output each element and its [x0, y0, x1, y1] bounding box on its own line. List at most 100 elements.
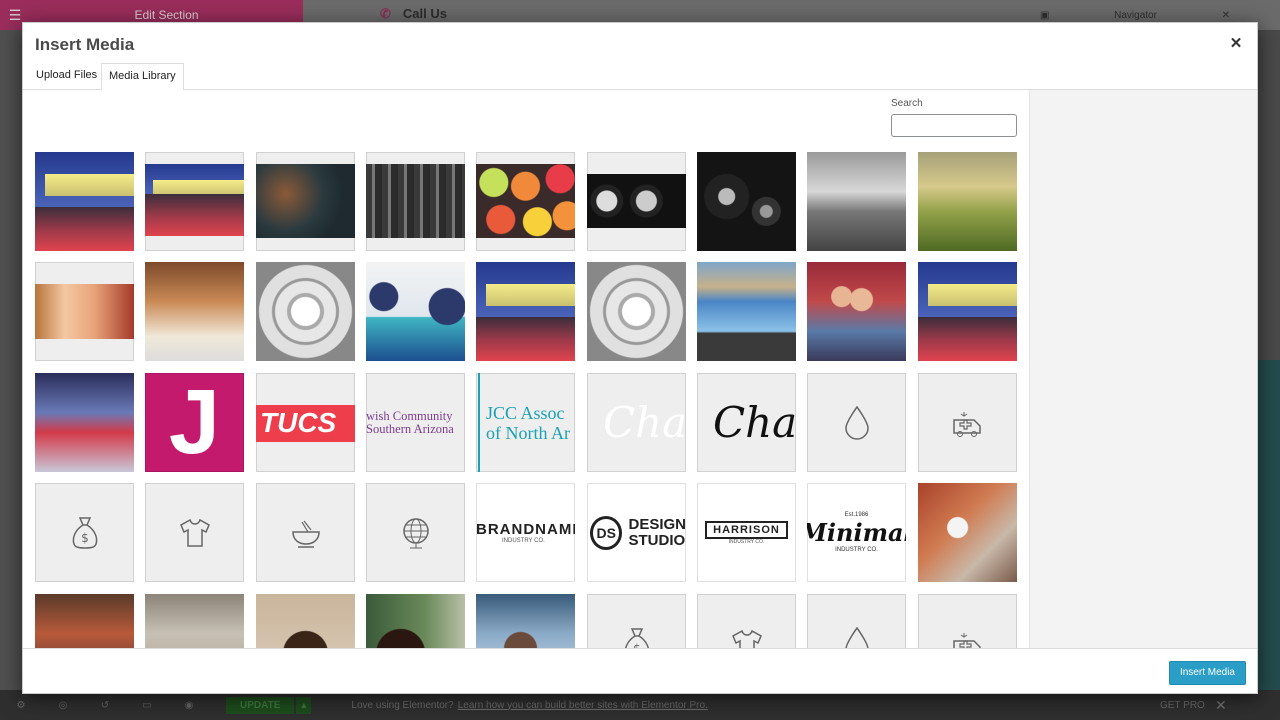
editor-preview-edge	[1258, 30, 1280, 690]
media-thumb-elder[interactable]	[145, 594, 244, 648]
media-thumb-jcc-community-logo[interactable]: wish Community Southern Arizona	[366, 373, 465, 472]
bowl-icon	[256, 483, 355, 582]
responsive-icon[interactable]: ▭	[126, 700, 168, 711]
media-thumb-charm-black[interactable]: Charm	[697, 373, 796, 472]
media-thumb-design-studio-logo[interactable]: DS DESIGN STUDIO	[587, 483, 686, 582]
minimal-text: Minimal	[807, 518, 906, 547]
media-thumb-brandname-logo[interactable]: BRANDNAME INDUSTRY CO.	[476, 483, 575, 582]
media-thumb-money-bag[interactable]: $	[35, 483, 134, 582]
media-thumb-desert-bw[interactable]	[807, 152, 906, 251]
panel-title: Edit Section	[134, 8, 199, 22]
media-thumb-minimal-logo[interactable]: Est.1986 Minimal INDUSTRY CO.	[807, 483, 906, 582]
jcc-community-text: wish Community Southern Arizona	[366, 408, 454, 436]
media-thumb-bench-press[interactable]	[366, 262, 465, 361]
navigator-title: Navigator	[1114, 9, 1157, 21]
media-thumb-kids[interactable]	[807, 262, 906, 361]
media-thumb-gym-machine-2[interactable]	[587, 262, 686, 361]
promo-text: Love using Elementor?	[351, 699, 454, 711]
media-thumb-ambulance-2[interactable]	[918, 594, 1017, 648]
ambulance-icon	[918, 373, 1017, 472]
preview-teal-block	[1258, 360, 1280, 690]
history-icon[interactable]: ↺	[84, 700, 126, 711]
editor-bottom-bar: ⚙ ◎ ↺ ▭ ◉ UPDATE ▴ Love using Elementor?…	[0, 690, 1280, 720]
media-thumb-child-blanket[interactable]	[476, 594, 575, 648]
tshirt-icon	[145, 483, 244, 582]
update-button[interactable]: UPDATE	[226, 696, 295, 714]
ds-monogram: DS	[590, 515, 623, 550]
media-thumb-charm-white[interactable]: Charm	[587, 373, 686, 472]
insert-media-button[interactable]: Insert Media	[1168, 661, 1246, 685]
media-thumb-barbell-bw[interactable]	[587, 152, 686, 251]
media-thumb-gym-machine[interactable]	[256, 262, 355, 361]
media-thumb-ambulance[interactable]	[918, 373, 1017, 472]
brandname-subtext: INDUSTRY CO.	[502, 538, 545, 544]
settings-icon[interactable]: ⚙	[0, 700, 42, 711]
search-input[interactable]	[891, 114, 1017, 137]
media-thumb-bowl[interactable]	[256, 483, 355, 582]
globe-icon	[366, 483, 465, 582]
tab-media-library[interactable]: Media Library	[101, 63, 184, 91]
media-thumb-child[interactable]	[256, 594, 355, 648]
navigator-close-icon[interactable]: ✕	[1222, 10, 1230, 21]
charm-black-text: Charm	[713, 398, 796, 447]
promo-link[interactable]: Learn how you can build better sites wit…	[458, 700, 708, 711]
media-thumb-weights-bw[interactable]	[697, 152, 796, 251]
media-thumb-drop-2[interactable]	[807, 594, 906, 648]
media-thumb-swimming-pool[interactable]	[697, 262, 796, 361]
money-bag-icon: $	[35, 483, 134, 582]
media-thumb-building-night-3[interactable]	[476, 262, 575, 361]
media-thumb-women-talking[interactable]	[35, 262, 134, 361]
media-thumb-dance-class[interactable]	[35, 373, 134, 472]
phone-icon: ✆	[380, 6, 391, 21]
drop-icon	[807, 594, 906, 648]
attachment-details-sidebar	[1029, 90, 1257, 648]
get-pro-link[interactable]: GET PRO	[1160, 700, 1205, 711]
media-thumb-gym-interior[interactable]	[366, 152, 465, 251]
media-thumb-women-meeting[interactable]	[145, 262, 244, 361]
call-us-text: Call Us	[402, 6, 447, 21]
editor-left-panel	[0, 30, 22, 690]
media-thumb-money-bag-2[interactable]: $	[587, 594, 686, 648]
layers-icon[interactable]: ◎	[42, 700, 84, 711]
media-thumb-desert-color[interactable]	[918, 152, 1017, 251]
media-thumb-child-water[interactable]	[366, 594, 465, 648]
design-studio-text: DESIGN STUDIO	[628, 515, 686, 549]
minimal-subtext: INDUSTRY CO.	[835, 547, 878, 553]
money-bag-icon: $	[587, 594, 686, 648]
navigator-collapse-icon[interactable]: ▣	[1040, 10, 1049, 21]
media-thumb-jcc-association-logo[interactable]: JCC Assoc of North Ar	[476, 373, 575, 472]
promo-close-icon[interactable]: ✕	[1215, 697, 1227, 714]
media-thumb-t-shirt-2[interactable]	[697, 594, 796, 648]
harrison-text: HARRISON	[705, 520, 788, 539]
media-thumb-building-night[interactable]	[35, 152, 134, 251]
insert-media-modal: Insert Media ✕ Upload Files Media Librar…	[22, 22, 1258, 694]
media-thumb-food-dark[interactable]	[256, 152, 355, 251]
modal-toolbar: Insert Media	[23, 648, 1257, 693]
media-thumb-food-serving[interactable]	[918, 483, 1017, 582]
media-thumb-market[interactable]	[35, 594, 134, 648]
drop-icon	[807, 373, 906, 472]
media-thumb-harrison-logo[interactable]: HARRISON INDUSTRY CO.	[697, 483, 796, 582]
media-thumb-building-night-4[interactable]	[918, 262, 1017, 361]
media-thumb-drop[interactable]	[807, 373, 906, 472]
svg-text:$: $	[81, 531, 89, 545]
media-tabs: Upload Files Media Library	[23, 63, 1257, 91]
brandname-text: BRANDNAME	[476, 521, 575, 538]
preview-eye-icon[interactable]: ◉	[168, 700, 210, 711]
tab-upload-files[interactable]: Upload Files	[29, 63, 104, 90]
menu-icon[interactable]: ☰	[0, 7, 30, 24]
media-thumb-citrus-fruits[interactable]	[476, 152, 575, 251]
media-thumb-building-night-2[interactable]	[145, 152, 244, 251]
media-thumb-t-shirt[interactable]	[145, 483, 244, 582]
close-icon[interactable]: ✕	[1227, 35, 1245, 53]
j-logo-letter: J	[168, 373, 221, 472]
media-thumb-globe[interactable]	[366, 483, 465, 582]
harrison-subtext: INDUSTRY CO.	[728, 538, 765, 545]
tshirt-icon	[697, 594, 796, 648]
jcc-association-text: JCC Assoc of North Ar	[478, 373, 575, 472]
ambulance-icon	[918, 594, 1017, 648]
media-library-content: Search J TUCS wish Community Southern Ar…	[23, 90, 1029, 648]
media-thumb-tucson-logo[interactable]: TUCS	[256, 373, 355, 472]
update-options-button[interactable]: ▴	[296, 696, 312, 714]
media-thumb-j-logo[interactable]: J	[145, 373, 244, 472]
